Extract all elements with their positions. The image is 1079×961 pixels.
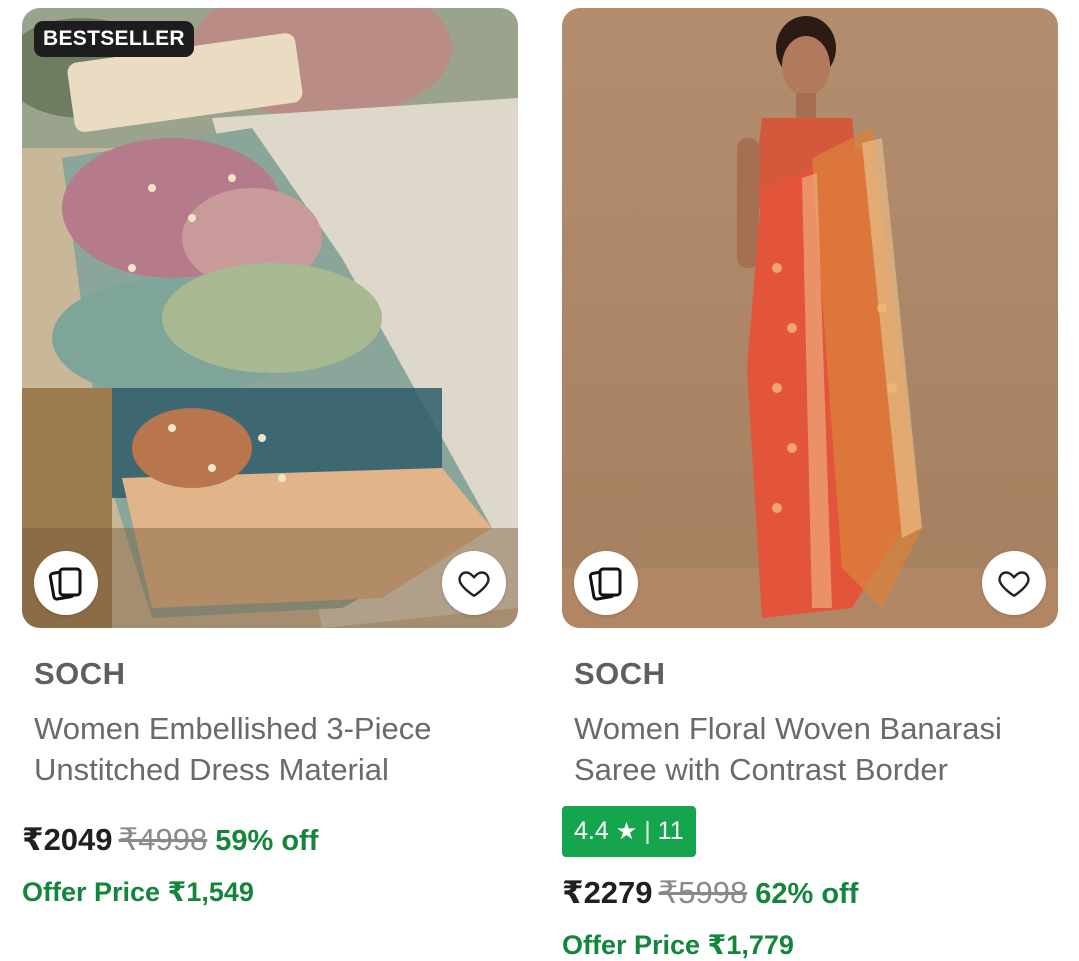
bestseller-badge: BESTSELLER bbox=[34, 21, 194, 57]
mrp-price: ₹5998 bbox=[658, 875, 748, 910]
product-card[interactable]: BESTSELLER SOCH Women Embellished 3-Piec… bbox=[22, 8, 518, 908]
heart-icon bbox=[998, 571, 1030, 598]
star-icon: ★ bbox=[615, 818, 638, 845]
heart-icon bbox=[458, 571, 490, 598]
rating-separator: | bbox=[644, 817, 651, 845]
brand-name: SOCH bbox=[34, 656, 126, 691]
selling-price: ₹2279 bbox=[562, 875, 653, 910]
brand-name: SOCH bbox=[574, 656, 666, 691]
product-image[interactable] bbox=[562, 8, 1058, 628]
price-row: ₹2279 ₹5998 62% off bbox=[562, 875, 1058, 912]
similar-products-button[interactable] bbox=[574, 551, 638, 615]
rating-value: 4.4 bbox=[574, 817, 609, 845]
offer-price: Offer Price ₹1,549 bbox=[22, 877, 254, 907]
product-image[interactable]: BESTSELLER bbox=[22, 8, 518, 628]
product-image-art bbox=[22, 8, 518, 628]
wishlist-button[interactable] bbox=[982, 551, 1046, 615]
product-card[interactable]: SOCH Women Floral Woven Banarasi Saree w… bbox=[562, 8, 1058, 961]
product-title[interactable]: Women Floral Woven Banarasi Saree with C… bbox=[574, 708, 1054, 790]
selling-price: ₹2049 bbox=[22, 822, 113, 857]
price-row: ₹2049 ₹4998 59% off bbox=[22, 822, 518, 859]
product-title[interactable]: Women Embellished 3-Piece Unstitched Dre… bbox=[34, 708, 514, 790]
wishlist-button[interactable] bbox=[442, 551, 506, 615]
similar-products-icon bbox=[588, 567, 622, 601]
rating-badge: 4.4 ★ | 11 bbox=[562, 806, 696, 857]
similar-products-icon bbox=[48, 567, 82, 601]
mrp-price: ₹4998 bbox=[118, 822, 208, 857]
similar-products-button[interactable] bbox=[34, 551, 98, 615]
rating-count: 11 bbox=[657, 817, 684, 845]
product-image-art bbox=[562, 8, 1058, 628]
discount-label: 59% off bbox=[215, 825, 319, 857]
discount-label: 62% off bbox=[755, 878, 859, 910]
